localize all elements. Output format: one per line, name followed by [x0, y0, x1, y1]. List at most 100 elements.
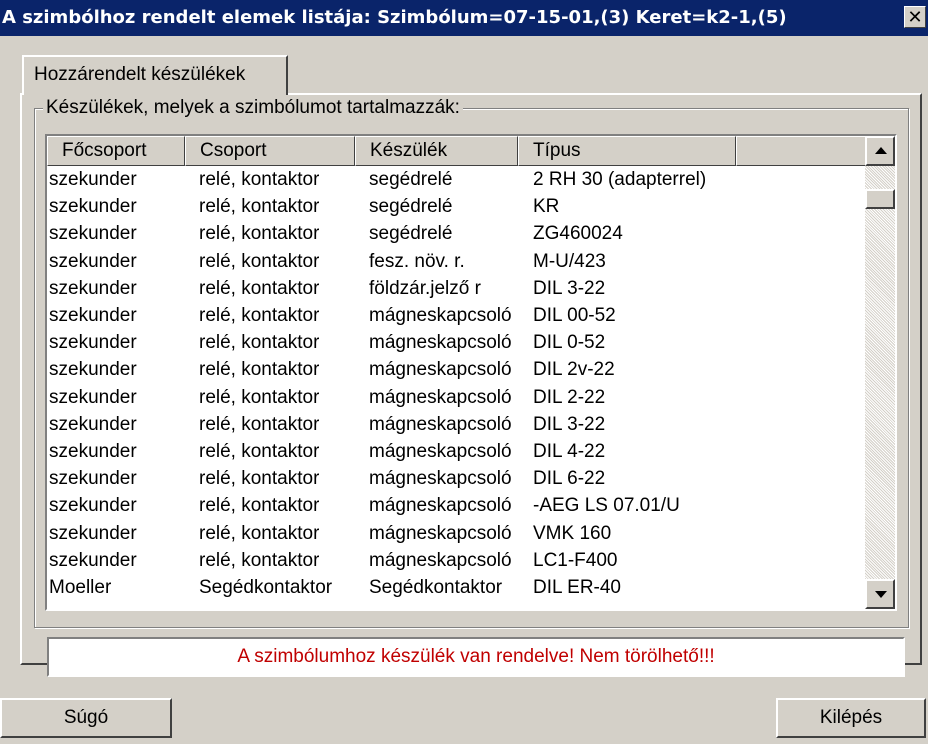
table-cell: DIL 3-22 [533, 277, 606, 299]
table-row[interactable]: szekunder relé, kontaktor segédrelé 2 RH 30… [47, 166, 867, 193]
tab-panel: Készülékek, melyek a szimbólumot tartalm… [20, 93, 922, 665]
table-cell: szekunder [49, 413, 137, 435]
dialog-window: A szimbólhoz rendelt elemek listája: Szi… [0, 0, 928, 744]
arrow-down-icon [875, 591, 887, 598]
tab-label: Hozzárendelt készülékek [34, 64, 246, 85]
table-cell: mágneskapcsoló [369, 441, 512, 462]
table-row[interactable]: szekunder relé, kontaktor földzár.jelző r D… [47, 275, 867, 302]
table-cell: fesz. növ. r. [369, 250, 465, 272]
table-cell: DIL 6-22 [533, 468, 606, 490]
table-cell: relé, kontaktor [199, 549, 320, 571]
table-cell: szekunder [49, 522, 137, 544]
table-cell: DIL 3-22 [533, 413, 606, 435]
table-cell: mágneskapcsoló [369, 359, 512, 381]
table-cell: Segédkontaktor [199, 577, 333, 598]
scroll-down-button[interactable] [865, 579, 895, 609]
table-cell: 2 RH 30 (adapterrel) [533, 169, 707, 190]
table-cell: szekunder [49, 277, 137, 299]
column-header-device[interactable]: Készülék [355, 136, 518, 166]
table-cell: relé, kontaktor [199, 223, 320, 245]
table-row[interactable]: szekunder relé, kontaktor mágneskapcsoló DI… [47, 411, 867, 438]
table-row[interactable]: szekunder relé, kontaktor fesz. növ. r. M-U… [47, 248, 867, 275]
table-cell: szekunder [49, 495, 137, 517]
table-cell: relé, kontaktor [199, 495, 320, 517]
table-cell: LC1-F400 [533, 549, 618, 571]
arrow-up-icon [875, 147, 887, 154]
table-row[interactable]: szekunder relé, kontaktor mágneskapcsoló -A… [47, 492, 867, 519]
table-cell: relé, kontaktor [199, 359, 320, 381]
exit-button[interactable]: Kilépés [776, 698, 926, 738]
table-cell: ZG460024 [533, 223, 623, 245]
table-row[interactable]: szekunder relé, kontaktor mágneskapcsoló VM… [47, 520, 867, 547]
table-row[interactable]: szekunder relé, kontaktor mágneskapcsoló DI… [47, 302, 867, 329]
table-cell: relé, kontaktor [199, 413, 320, 435]
table-row[interactable]: szekunder relé, kontaktor mágneskapcsoló DI… [47, 329, 867, 356]
table-cell: relé, kontaktor [199, 277, 320, 299]
table-cell: relé, kontaktor [199, 386, 320, 408]
table-cell: relé, kontaktor [199, 441, 320, 462]
table-cell: mágneskapcsoló [369, 386, 512, 408]
table-row[interactable]: szekunder relé, kontaktor mágneskapcsoló DI… [47, 465, 867, 492]
table-cell: segédrelé [369, 223, 453, 245]
table-cell: segédrelé [369, 196, 453, 218]
table-cell: szekunder [49, 250, 137, 272]
table-cell: szekunder [49, 169, 137, 190]
table-row[interactable]: szekunder relé, kontaktor segédrelé ZG46002… [47, 220, 867, 247]
help-button[interactable]: Súgó [0, 698, 172, 738]
table-cell: mágneskapcsoló [369, 522, 512, 544]
table-cell: mágneskapcsoló [369, 332, 512, 354]
list-header: Főcsoport Csoport Készülék Típus [47, 136, 867, 166]
close-button[interactable]: ✕ [904, 6, 926, 28]
table-cell: relé, kontaktor [199, 169, 320, 190]
table-cell: szekunder [49, 386, 137, 408]
table-cell: mágneskapcsoló [369, 413, 512, 435]
table-cell: szekunder [49, 468, 137, 490]
column-header-type[interactable]: Típus [518, 136, 736, 166]
table-cell: relé, kontaktor [199, 332, 320, 354]
table-cell: mágneskapcsoló [369, 495, 512, 517]
table-cell: DIL ER-40 [533, 577, 621, 598]
table-cell: -AEG LS 07.01/U [533, 495, 680, 517]
scroll-thumb[interactable] [865, 189, 895, 209]
table-cell: DIL 4-22 [533, 441, 606, 462]
table-cell: DIL 00-52 [533, 305, 616, 326]
table-cell: VMK 160 [533, 522, 612, 544]
groupbox-label: Készülékek, melyek a szimbólumot tartalm… [43, 97, 463, 119]
table-cell: mágneskapcsoló [369, 468, 512, 490]
vertical-scrollbar[interactable] [865, 136, 895, 609]
table-cell: szekunder [49, 332, 137, 354]
table-row[interactable]: Moeller Segédkontaktor Segédkontaktor DIL E… [47, 574, 867, 601]
table-cell: segédrelé [369, 169, 453, 190]
scroll-up-button[interactable] [865, 136, 895, 166]
close-icon: ✕ [907, 7, 923, 28]
table-cell: relé, kontaktor [199, 305, 320, 326]
devices-list[interactable]: Főcsoport Csoport Készülék Típus szekund… [45, 134, 897, 611]
table-row[interactable]: szekunder relé, kontaktor mágneskapcsoló DI… [47, 438, 867, 465]
table-cell: Moeller [49, 577, 112, 598]
table-cell: relé, kontaktor [199, 522, 320, 544]
column-header-main-group[interactable]: Főcsoport [47, 136, 185, 166]
tab-assigned-devices[interactable]: Hozzárendelt készülékek [22, 55, 288, 95]
title-bar[interactable]: A szimbólhoz rendelt elemek listája: Szi… [0, 0, 928, 36]
table-cell: DIL 2-22 [533, 386, 606, 408]
table-cell: szekunder [49, 223, 137, 245]
devices-groupbox: Készülékek, melyek a szimbólumot tartalm… [34, 97, 909, 628]
table-row[interactable]: szekunder relé, kontaktor segédrelé KR [47, 193, 867, 220]
table-cell: szekunder [49, 359, 137, 381]
table-cell: DIL 2v-22 [533, 359, 615, 381]
table-cell: relé, kontaktor [199, 468, 320, 490]
table-row[interactable]: szekunder relé, kontaktor mágneskapcsoló DI… [47, 356, 867, 383]
column-header-filler [736, 136, 867, 166]
table-row[interactable]: szekunder relé, kontaktor mágneskapcsoló LC… [47, 547, 867, 574]
table-row[interactable]: szekunder relé, kontaktor mágneskapcsoló DI… [47, 384, 867, 411]
table-cell: mágneskapcsoló [369, 305, 512, 326]
table-cell: szekunder [49, 305, 137, 326]
table-cell: szekunder [49, 441, 137, 462]
window-title: A szimbólhoz rendelt elemek listája: Szi… [2, 7, 787, 28]
table-cell: szekunder [49, 549, 137, 571]
status-message: A szimbólumhoz készülék van rendelve! Ne… [47, 637, 905, 677]
table-cell: relé, kontaktor [199, 196, 320, 218]
table-cell: KR [533, 196, 560, 218]
column-header-group[interactable]: Csoport [185, 136, 355, 166]
table-cell: Segédkontaktor [369, 577, 503, 598]
